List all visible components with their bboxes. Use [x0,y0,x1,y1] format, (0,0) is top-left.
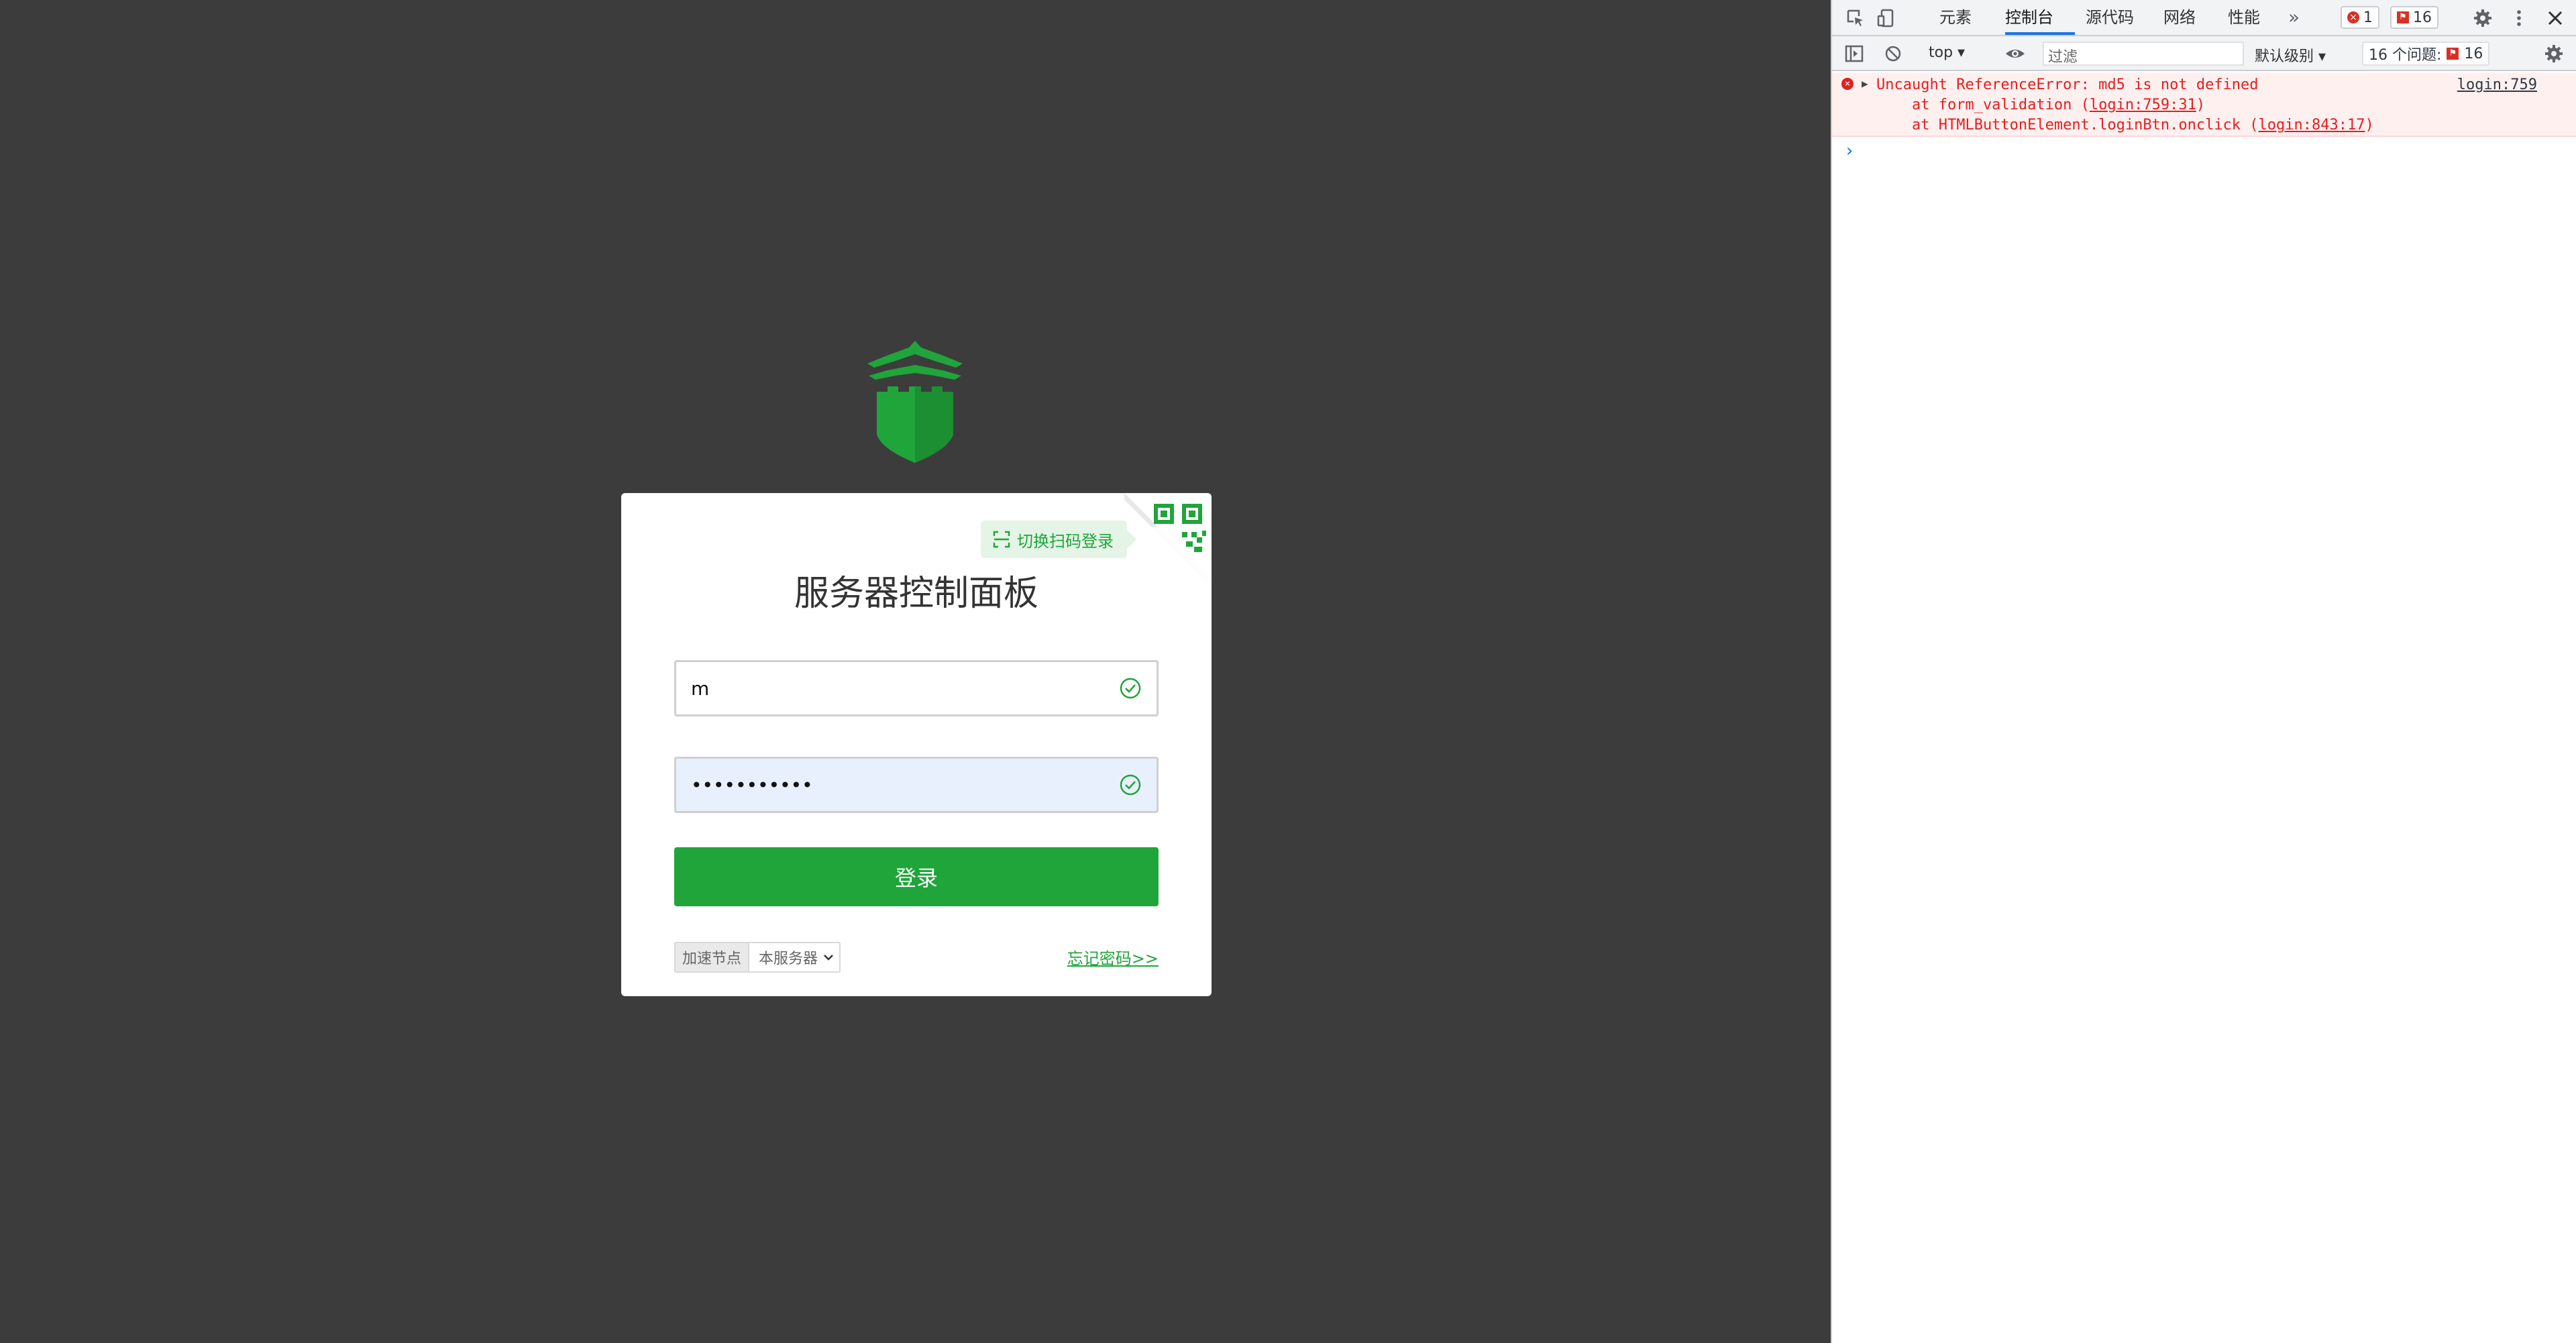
accelerate-node-group: 加速节点 本服务器 [674,942,841,973]
error-icon: × [2347,11,2359,23]
tab-sources[interactable]: 源代码 [2086,0,2134,35]
console-error-message: × ▶ Uncaught ReferenceError: md5 is not … [1832,72,2576,137]
error-text: Uncaught ReferenceError: md5 is not defi… [1876,76,2259,93]
tab-console[interactable]: 控制台 [2005,0,2075,35]
accelerate-node-label: 加速节点 [676,943,750,971]
tab-elements[interactable]: 元素 [1939,0,1972,35]
tab-performance[interactable]: 性能 [2228,0,2260,35]
stack-frame-2: at HTMLButtonElement.loginBtn.onclick (l… [1876,117,2374,133]
expand-triangle-icon[interactable]: ▶ [1862,77,1868,90]
issue-count-badge[interactable]: ⚑ 16 [2390,6,2438,29]
forgot-password-link[interactable]: 忘记密码>> [1067,945,1159,969]
device-icon[interactable] [1876,8,1896,28]
issue-count: 16 [2413,9,2432,26]
console-settings-gear-icon[interactable] [2543,43,2565,64]
kebab-icon[interactable] [2512,8,2526,28]
accelerate-node-select[interactable]: 本服务器 [749,943,840,971]
chevron-down-icon [824,955,833,961]
gear-icon[interactable] [2472,7,2493,29]
console-prompt[interactable]: › [1844,141,1855,161]
block-icon[interactable] [1883,44,1903,64]
stack-frame-1: at form_validation (login:759:31) [1876,97,2206,113]
scan-icon [993,531,1010,548]
devtools-tabbar: 元素 控制台 源代码 网络 性能 » × 1 ⚑ 16 [1832,0,2576,36]
error-icon: × [1841,78,1854,90]
issue-flag-icon: ⚑ [2447,48,2459,60]
issues-count: 16 [2464,45,2483,62]
issues-label: 16 个问题: [2369,47,2442,64]
check-circle-icon [1120,678,1141,699]
error-count-badge[interactable]: × 1 [2341,6,2379,29]
password-field[interactable]: ••••••••••• [674,757,1159,813]
issue-flag-icon: ⚑ [2397,11,2409,23]
node-selected-value: 本服务器 [759,951,818,967]
username-field[interactable]: m [674,660,1159,716]
stack-frame-1-link[interactable]: login:759:31 [2090,97,2196,113]
error-count: 1 [2363,9,2373,26]
log-level-value: 默认级别 [2255,48,2314,65]
check-circle-icon [1120,774,1141,796]
username-value: m [691,677,710,700]
close-icon[interactable] [2546,9,2565,28]
tab-network[interactable]: 网络 [2163,0,2196,35]
page-title: 服务器控制面板 [794,574,1038,614]
login-button[interactable]: 登录 [674,847,1159,906]
login-card: 切换扫码登录 服务器控制面板 m ••••••••••• 登录 加速节点 本服务… [621,493,1212,996]
issues-button[interactable]: 16 个问题: ⚑ 16 [2362,42,2490,66]
inspect-icon[interactable] [1845,8,1866,28]
shield-logo-icon [867,341,963,463]
switch-qr-login-label: 切换扫码登录 [1017,531,1114,551]
stack-frame-2-link[interactable]: login:843:17 [2259,117,2365,133]
login-page: 切换扫码登录 服务器控制面板 m ••••••••••• 登录 加速节点 本服务… [0,0,1831,1343]
context-select[interactable]: top ▾ [1929,44,1965,61]
context-value: top [1929,44,1953,61]
more-tabs-icon[interactable]: » [2288,0,2300,35]
eye-icon[interactable] [2004,44,2027,64]
console-toolbar: top ▾ 过滤 默认级别 ▾ 16 个问题: ⚑ 16 [1832,36,2576,71]
error-source-link[interactable]: login:759 [2457,76,2537,93]
devtools-panel: 元素 控制台 源代码 网络 性能 » × 1 ⚑ 16 top ▾ 过滤 默认级… [1831,0,2576,1343]
switch-qr-login-tip[interactable]: 切换扫码登录 [981,521,1136,558]
filter-input[interactable]: 过滤 [2043,42,2244,66]
log-level-select[interactable]: 默认级别 ▾ [2255,44,2326,66]
password-value: ••••••••••• [691,773,813,796]
sidebar-icon[interactable] [1844,44,1864,64]
